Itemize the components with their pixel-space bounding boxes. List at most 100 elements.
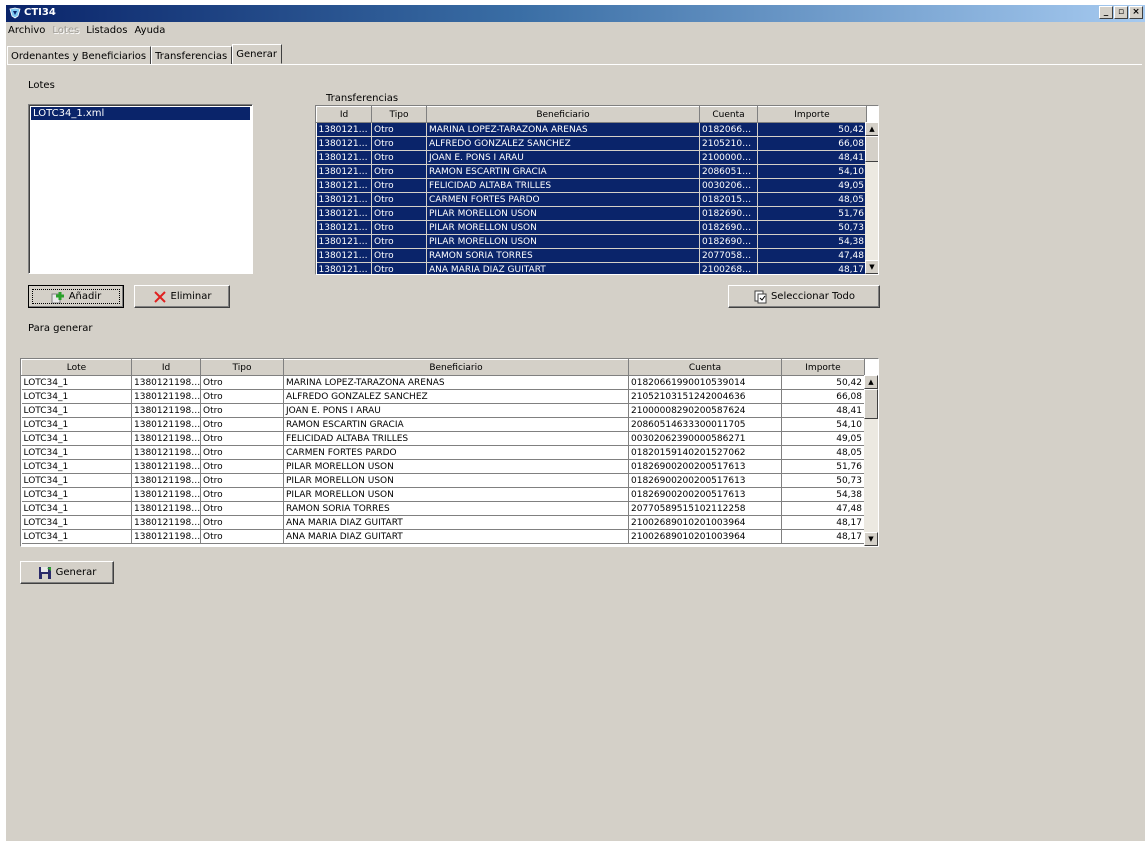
table-row[interactable]: 1380121… Otro RAMON SORIA TORRES 2077058… 47… [316, 248, 867, 263]
table-cell: 47,48 [757, 248, 867, 263]
table-row[interactable]: LOTC34_1 1380121198… Otro CARMEN FORTES PAR… [21, 445, 865, 460]
table-row[interactable]: LOTC34_1 1380121198… Otro RAMON SORIA TORRE… [21, 501, 865, 516]
table-cell: 1380121198… [131, 375, 201, 390]
generate-button[interactable]: Generar [20, 561, 114, 584]
tab-transferencias[interactable]: Transferencias [151, 46, 233, 65]
column-header[interactable]: Beneficiario [283, 359, 629, 376]
scroll-up-icon[interactable]: ▲ [865, 122, 878, 136]
column-header[interactable]: Lote [21, 359, 132, 376]
table-cell: 0182690… [699, 206, 758, 221]
table-cell: Otro [200, 375, 284, 390]
table-cell: 1380121198… [131, 431, 201, 446]
scroll-down-icon[interactable]: ▼ [864, 532, 878, 546]
table-cell: Otro [200, 389, 284, 404]
scroll-up-icon[interactable]: ▲ [864, 375, 878, 389]
table-cell: Otro [200, 445, 284, 460]
column-header[interactable]: Cuenta [699, 106, 758, 123]
table-row[interactable]: 1380121… Otro ANA MARIA DIAZ GUITART 210026… [316, 262, 867, 274]
minimize-button[interactable]: _ [1099, 6, 1113, 19]
table-cell: 1380121… [316, 164, 372, 179]
column-header[interactable]: Beneficiario [426, 106, 700, 123]
table-row[interactable]: 1380121… Otro JOAN E. PONS I ARAU 2100000… 4… [316, 150, 867, 165]
column-header[interactable]: Id [131, 359, 201, 376]
column-header[interactable]: Importe [781, 359, 865, 376]
close-button[interactable]: × [1129, 6, 1143, 19]
table-row[interactable]: 1380121… Otro ALFREDO GONZALEZ SANCHEZ 2105… [316, 136, 867, 151]
transferencias-grid[interactable]: Id Tipo Beneficiario Cuenta Importe 1380121…… [315, 105, 879, 275]
add-lote-button[interactable]: Añadir [28, 285, 124, 308]
column-header[interactable]: Importe [757, 106, 867, 123]
table-cell: RAMON SORIA TORRES [426, 248, 700, 263]
table-row[interactable]: LOTC34_1 1380121198… Otro ANA MARIA DIAZ GU… [21, 529, 865, 544]
table-cell: 0030206… [699, 178, 758, 193]
table-cell: LOTC34_1 [21, 473, 132, 488]
table-row[interactable]: 1380121… Otro MARINA LOPEZ-TARAZONA ARENAS… [316, 122, 867, 137]
table-row[interactable]: LOTC34_1 1380121198… Otro PILAR MORELLON US… [21, 459, 865, 474]
table-cell: Otro [200, 501, 284, 516]
table-cell: Otro [200, 417, 284, 432]
column-header[interactable]: Tipo [200, 359, 284, 376]
table-cell: 1380121198… [131, 529, 201, 544]
window-title: CTI34 [24, 7, 56, 18]
transferencias-scrollbar[interactable]: ▲ ▼ [865, 122, 878, 274]
table-cell: 66,08 [781, 389, 865, 404]
column-header[interactable]: Cuenta [628, 359, 782, 376]
lotes-listbox[interactable]: LOTC34_1.xml [28, 104, 253, 274]
table-cell: Otro [371, 206, 427, 221]
table-cell: LOTC34_1 [21, 501, 132, 516]
restore-button[interactable]: ▫ [1114, 6, 1128, 19]
table-row[interactable]: 1380121… Otro PILAR MORELLON USON 0182690… 5… [316, 220, 867, 235]
transferencias-label: Transferencias [326, 93, 399, 104]
table-row[interactable]: LOTC34_1 1380121198… Otro ALFREDO GONZALEZ … [21, 389, 865, 404]
column-header[interactable]: Id [316, 106, 372, 123]
menu-listados[interactable]: Listados [85, 22, 131, 39]
table-cell: 51,76 [757, 206, 867, 221]
table-row[interactable]: LOTC34_1 1380121198… Otro PILAR MORELLON US… [21, 473, 865, 488]
column-header[interactable]: Tipo [371, 106, 427, 123]
table-cell: 21000008290200587624 [628, 403, 782, 418]
table-cell: 1380121… [316, 178, 372, 193]
table-cell: LOTC34_1 [21, 529, 132, 544]
menu-lotes: Lotes [52, 25, 80, 36]
title-bar[interactable]: CTI34 _ ▫ × [6, 5, 1145, 22]
scroll-thumb[interactable] [865, 136, 878, 162]
menu-ayuda[interactable]: Ayuda [133, 22, 169, 39]
scroll-down-icon[interactable]: ▼ [865, 260, 878, 274]
tab-ordenantes-beneficiarios[interactable]: Ordenantes y Beneficiarios [7, 46, 152, 65]
table-cell: 0182066… [699, 122, 758, 137]
table-row[interactable]: 1380121… Otro FELICIDAD ALTABA TRILLES 0030… [316, 178, 867, 193]
table-row[interactable]: LOTC34_1 1380121198… Otro JOAN E. PONS I AR… [21, 403, 865, 418]
remove-lote-button[interactable]: Eliminar [134, 285, 230, 308]
lote-item[interactable]: LOTC34_1.xml [31, 107, 250, 120]
table-cell: 48,17 [781, 529, 865, 544]
table-row[interactable]: 1380121… Otro PILAR MORELLON USON 0182690… 5… [316, 206, 867, 221]
table-row[interactable]: LOTC34_1 1380121198… Otro PILAR MORELLON US… [21, 487, 865, 502]
table-cell: Otro [200, 487, 284, 502]
table-row[interactable]: 1380121… Otro CARMEN FORTES PARDO 0182015… 4… [316, 192, 867, 207]
table-row[interactable]: 1380121… Otro RAMON ESCARTIN GRACIA 2086051… [316, 164, 867, 179]
tab-generar[interactable]: Generar [232, 44, 282, 64]
table-cell: 1380121… [316, 192, 372, 207]
table-row[interactable]: LOTC34_1 1380121198… Otro FELICIDAD ALTABA … [21, 431, 865, 446]
table-row[interactable]: LOTC34_1 1380121198… Otro ANA MARIA DIAZ GU… [21, 515, 865, 530]
table-cell: 1380121… [316, 122, 372, 137]
table-cell: 2086051… [699, 164, 758, 179]
table-cell: 1380121198… [131, 487, 201, 502]
table-cell: 47,48 [781, 501, 865, 516]
table-cell: LOTC34_1 [21, 445, 132, 460]
select-all-button[interactable]: Seleccionar Todo [728, 285, 880, 308]
table-cell: LOTC34_1 [21, 403, 132, 418]
para-generar-scrollbar[interactable]: ▲ ▼ [864, 375, 878, 546]
table-cell: 48,17 [781, 515, 865, 530]
menu-archivo[interactable]: Archivo [7, 22, 49, 39]
table-cell: Otro [371, 248, 427, 263]
table-row[interactable]: LOTC34_1 1380121198… Otro RAMON ESCARTIN GR… [21, 417, 865, 432]
para-generar-grid[interactable]: Lote Id Tipo Beneficiario Cuenta Importe LOTC… [20, 358, 879, 547]
table-cell: Otro [200, 473, 284, 488]
table-row[interactable]: LOTC34_1 1380121198… Otro MARINA LOPEZ-TARA… [21, 375, 865, 390]
table-cell: LOTC34_1 [21, 431, 132, 446]
table-row[interactable]: 1380121… Otro PILAR MORELLON USON 0182690… 5… [316, 234, 867, 249]
scroll-thumb[interactable] [864, 389, 878, 419]
table-cell: LOTC34_1 [21, 375, 132, 390]
table-cell: FELICIDAD ALTABA TRILLES [283, 431, 629, 446]
